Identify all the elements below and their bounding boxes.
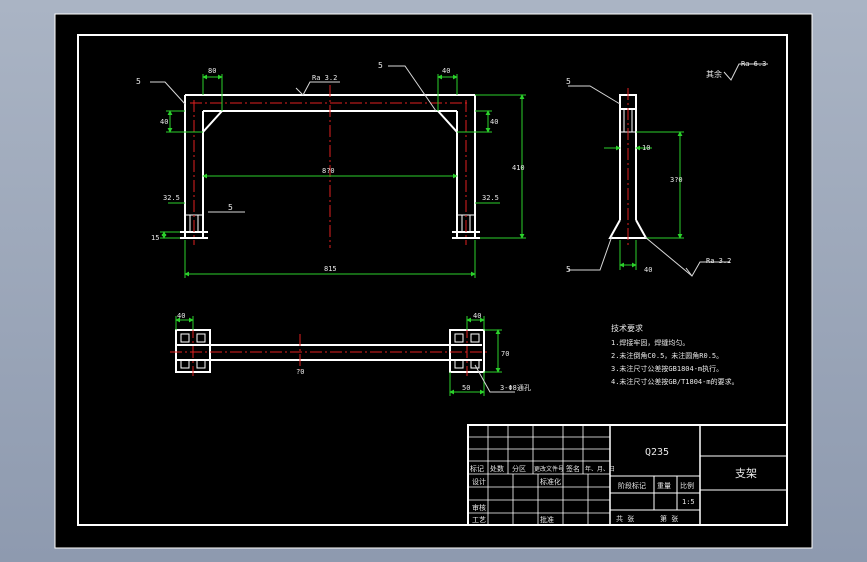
row-review: 审核 (472, 503, 486, 512)
dim-left-offset: 32.5 (163, 194, 180, 202)
dim-inner-width: 8?0 (322, 167, 335, 175)
stage-label: 阶段标记 (618, 481, 646, 490)
dim-top-right: 40 (442, 67, 450, 75)
row-process: 工艺 (472, 516, 486, 524)
weld-foot-label: 5 (228, 203, 233, 212)
weld-left-label: 5 (136, 77, 141, 86)
tech-item: 2.未注倒角C0.5，未注圆角R0.5。 (611, 351, 723, 360)
sheet-total: 共 张 (616, 514, 634, 523)
roughness-note-value: Ra 6.3 (741, 60, 766, 68)
material: Q235 (645, 447, 669, 458)
cad-drawing: 80 40 40 40 8?0 410 32.5 32.5 15 815 Ra … (54, 13, 813, 549)
part-name: 支架 (735, 467, 757, 480)
weight-label: 重量 (657, 482, 671, 490)
dim-base: 15 (151, 234, 159, 242)
top-dim-center: ?0 (296, 368, 304, 376)
tech-item: 3.未注尺寸公差按GB1804-m执行。 (611, 364, 723, 373)
side-weld-bottom-label: 5 (566, 265, 571, 274)
top-dim-right: 40 (473, 312, 481, 320)
row-design: 设计 (472, 477, 486, 486)
dim-total-width: 815 (324, 265, 337, 273)
top-dim-left: 40 (177, 312, 185, 320)
tech-item: 4.未注尺寸公差按GB/T1804-m的要求。 (611, 377, 739, 386)
top-callout: 3-Φ8通孔 (500, 383, 531, 392)
top-dim-right-height: 70 (501, 350, 509, 358)
side-weld-top-label: 5 (566, 77, 571, 86)
rev-header: 分区 (512, 464, 526, 473)
side-dim-middle: 10 (642, 144, 650, 152)
dim-left-height: 40 (160, 118, 168, 126)
scale-value: 1:5 (682, 498, 695, 506)
weld-right-label: 5 (378, 61, 383, 70)
rev-header: 处数 (490, 464, 504, 473)
rev-header: 标记 (470, 464, 484, 473)
dim-right-offset: 32.5 (482, 194, 499, 202)
tech-item: 1.焊接牢固，焊缝均匀。 (611, 338, 689, 347)
rev-header: 更改文件号 (534, 465, 564, 473)
rev-header: 签名 (566, 464, 580, 473)
side-dim-height: 3?0 (670, 176, 683, 184)
dim-top-left: 80 (208, 67, 216, 75)
rev-header: 年、月、日 (585, 465, 615, 473)
side-roughness-label: Ra 3.2 (706, 257, 731, 265)
roughness-note-prefix: 其余 (706, 69, 722, 79)
sheet-num: 第 张 (660, 514, 678, 523)
row-approve: 批准 (540, 515, 554, 524)
dim-right-height: 40 (490, 118, 498, 126)
side-dim-base: 40 (644, 266, 652, 274)
scale-label: 比例 (680, 481, 694, 490)
top-dim-bottom: 50 (462, 384, 470, 392)
roughness-label: Ra 3.2 (312, 74, 337, 82)
tech-title: 技术要求 (611, 323, 643, 333)
row-standard: 标准化 (540, 477, 561, 486)
dim-total-height: 410 (512, 164, 525, 172)
